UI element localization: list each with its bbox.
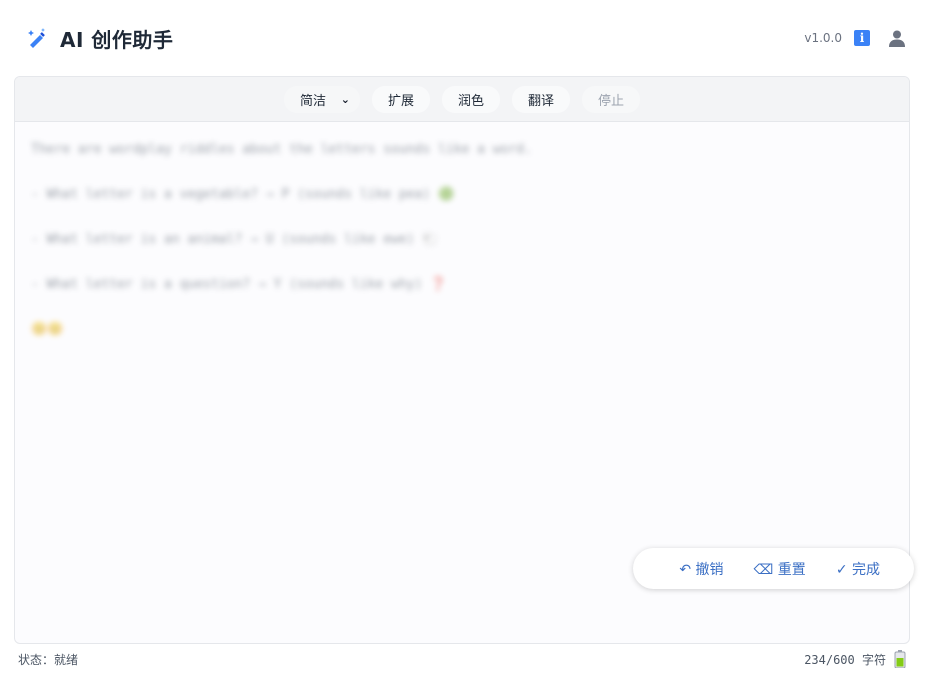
mode-select-value: 简洁 bbox=[299, 93, 326, 109]
app-header: AI 创作助手 v1.0.0 i bbox=[0, 0, 928, 76]
status-text: 状态：就绪 bbox=[18, 652, 79, 667]
status-bar: 状态：就绪 234/600 字符 bbox=[0, 644, 928, 674]
battery-icon bbox=[894, 650, 906, 669]
reset-button[interactable]: ⌫ 重置 bbox=[754, 559, 806, 579]
action-bar: ↶ 撤销 ⌫ 重置 ✓ 完成 bbox=[633, 548, 914, 589]
expand-button[interactable]: 扩展 bbox=[371, 85, 430, 113]
chevron-down-icon: ⌄ bbox=[340, 92, 350, 106]
translate-button[interactable]: 翻译 bbox=[512, 85, 571, 113]
content-line: - What letter is an animal? → U (sounds … bbox=[31, 232, 439, 247]
status-right: 234/600 字符 bbox=[804, 650, 906, 669]
magic-wand-icon bbox=[26, 27, 48, 49]
version-label: v1.0.0 bbox=[804, 31, 842, 45]
user-icon[interactable] bbox=[888, 29, 906, 47]
header-right: v1.0.0 i bbox=[804, 29, 906, 47]
page-title: AI 创作助手 bbox=[60, 27, 174, 52]
content-line: - What letter is a vegetable? → P (sound… bbox=[31, 187, 455, 202]
done-button[interactable]: ✓ 完成 bbox=[836, 559, 880, 579]
info-icon[interactable]: i bbox=[854, 30, 870, 46]
content-line: 😊😊 bbox=[31, 322, 64, 337]
undo-button[interactable]: ↶ 撤销 bbox=[679, 559, 723, 579]
brand: AI 创作助手 bbox=[26, 24, 173, 53]
toolbar: 简洁 ⌄ 扩展 润色 翻译 停止 bbox=[15, 77, 909, 122]
polish-button[interactable]: 润色 bbox=[441, 85, 500, 113]
mode-select[interactable]: 简洁 ⌄ bbox=[283, 85, 360, 113]
editor-content[interactable]: There are wordplay riddles about the let… bbox=[31, 139, 891, 364]
content-line: - What letter is a question? → Y (sounds… bbox=[31, 277, 447, 292]
content-line: There are wordplay riddles about the let… bbox=[31, 142, 532, 157]
char-count: 234/600 字符 bbox=[804, 652, 886, 667]
stop-button[interactable]: 停止 bbox=[582, 85, 641, 113]
